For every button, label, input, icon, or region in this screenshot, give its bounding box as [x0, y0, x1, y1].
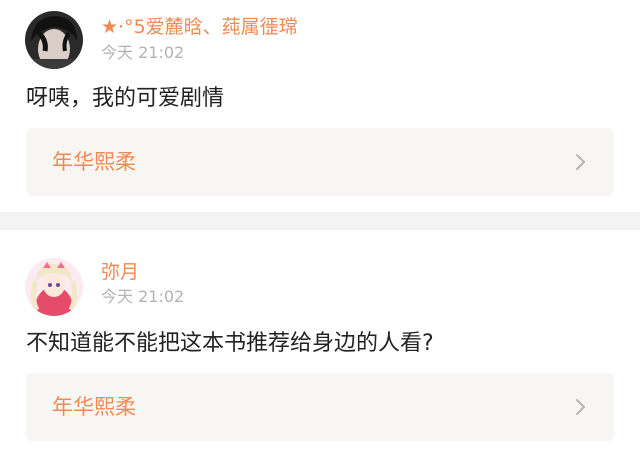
- username-text: ·°5爱麓晗、莼属徰瑺: [118, 16, 298, 38]
- star-icon: ★: [101, 16, 119, 38]
- avatar[interactable]: [25, 11, 83, 69]
- book-link-card[interactable]: 年华熙柔: [26, 373, 614, 441]
- book-title: 年华熙柔: [52, 395, 136, 419]
- section-divider: [0, 212, 640, 230]
- chevron-right-icon: [576, 399, 585, 415]
- comment-text: 呀咦，我的可爱剧情: [26, 86, 225, 111]
- username[interactable]: 弥月: [101, 260, 139, 284]
- chevron-right-icon: [576, 154, 585, 170]
- dark-haired-person-avatar-image: [25, 11, 83, 69]
- timestamp: 今天 21:02: [101, 287, 185, 306]
- comment-item: ★·°5爱麓晗、莼属徰瑺 今天 21:02 呀咦，我的可爱剧情 年华熙柔: [0, 0, 640, 212]
- comment-item: 弥月 今天 21:02 不知道能不能把这本书推荐给身边的人看? 年华熙柔: [0, 230, 640, 452]
- timestamp: 今天 21:02: [101, 43, 185, 62]
- username[interactable]: ★·°5爱麓晗、莼属徰瑺: [101, 15, 298, 39]
- anime-girl-avatar-image: [25, 258, 83, 316]
- book-link-card[interactable]: 年华熙柔: [26, 128, 614, 196]
- comment-text: 不知道能不能把这本书推荐给身边的人看?: [26, 331, 434, 356]
- avatar[interactable]: [25, 258, 83, 316]
- book-title: 年华熙柔: [52, 150, 136, 174]
